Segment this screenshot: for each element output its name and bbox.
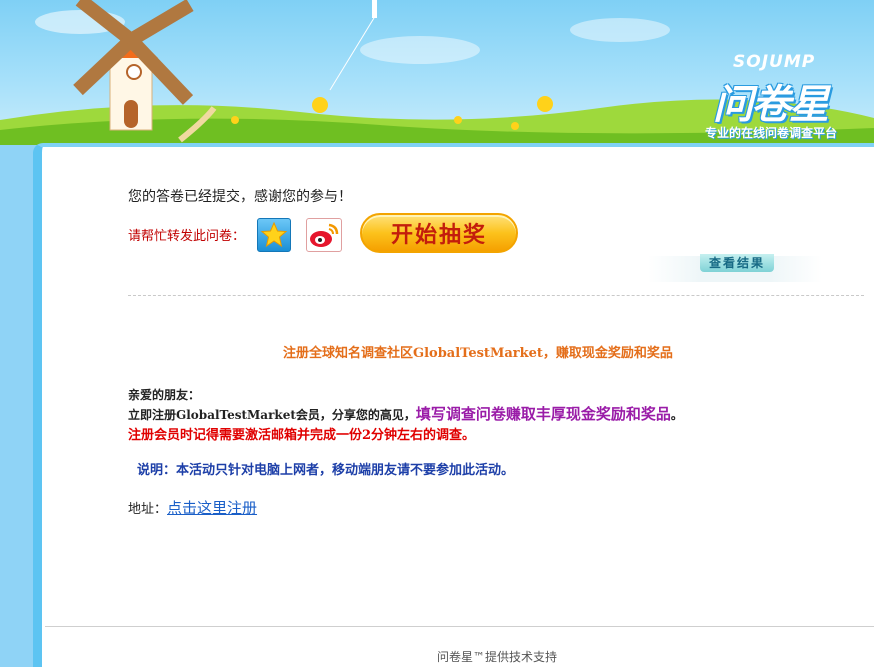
kite-string-icon bbox=[372, 0, 377, 18]
promo-line: 立即注册GlobalTestMarket会员，分享您的高见，填写调查问卷赚取丰厚… bbox=[128, 403, 683, 424]
greeting: 亲爱的朋友： bbox=[128, 388, 201, 402]
logo-en: SOJUMP bbox=[733, 52, 816, 72]
activation-note: 注册会员时记得需要激活邮箱并完成一份2分钟左右的调查。 bbox=[128, 428, 476, 443]
promo-line-end: 。 bbox=[670, 408, 683, 422]
address-label: 地址： bbox=[128, 502, 168, 517]
weibo-icon[interactable] bbox=[306, 218, 342, 252]
address-row: 地址：点击这里注册 bbox=[128, 497, 257, 518]
logo-cn: 问卷星 bbox=[713, 82, 829, 128]
promo-highlight: 填写调查问卷赚取丰厚现金奖励和奖品 bbox=[415, 405, 671, 423]
submit-message: 您的答卷已经提交，感谢您的参与！ bbox=[128, 189, 352, 205]
sojump-logo[interactable]: SOJUMP 问卷星 专业的在线问卷调查平台 bbox=[705, 52, 874, 142]
mobile-note: 说明：本活动只针对电脑上网者，移动端朋友请不要参加此活动。 bbox=[137, 463, 515, 478]
header-banner: SOJUMP 问卷星 专业的在线问卷调查平台 bbox=[0, 0, 874, 145]
register-link[interactable]: 点击这里注册 bbox=[167, 499, 257, 517]
qzone-icon[interactable] bbox=[257, 218, 291, 252]
view-result-button[interactable]: 查看结果 bbox=[700, 254, 774, 272]
logo-tagline: 专业的在线问卷调查平台 bbox=[705, 126, 838, 140]
start-lottery-button[interactable]: 开始抽奖 bbox=[360, 213, 518, 253]
dashed-divider bbox=[128, 295, 864, 296]
footer-divider bbox=[45, 626, 874, 627]
promo-title: 注册全球知名调查社区GlobalTestMarket，赚取现金奖励和奖品 bbox=[283, 346, 673, 361]
footer-credit: 问卷星™提供技术支持 bbox=[437, 650, 558, 664]
share-label: 请帮忙转发此问卷： bbox=[128, 229, 246, 244]
promo-line-text: 立即注册GlobalTestMarket会员，分享您的高见， bbox=[128, 408, 416, 422]
